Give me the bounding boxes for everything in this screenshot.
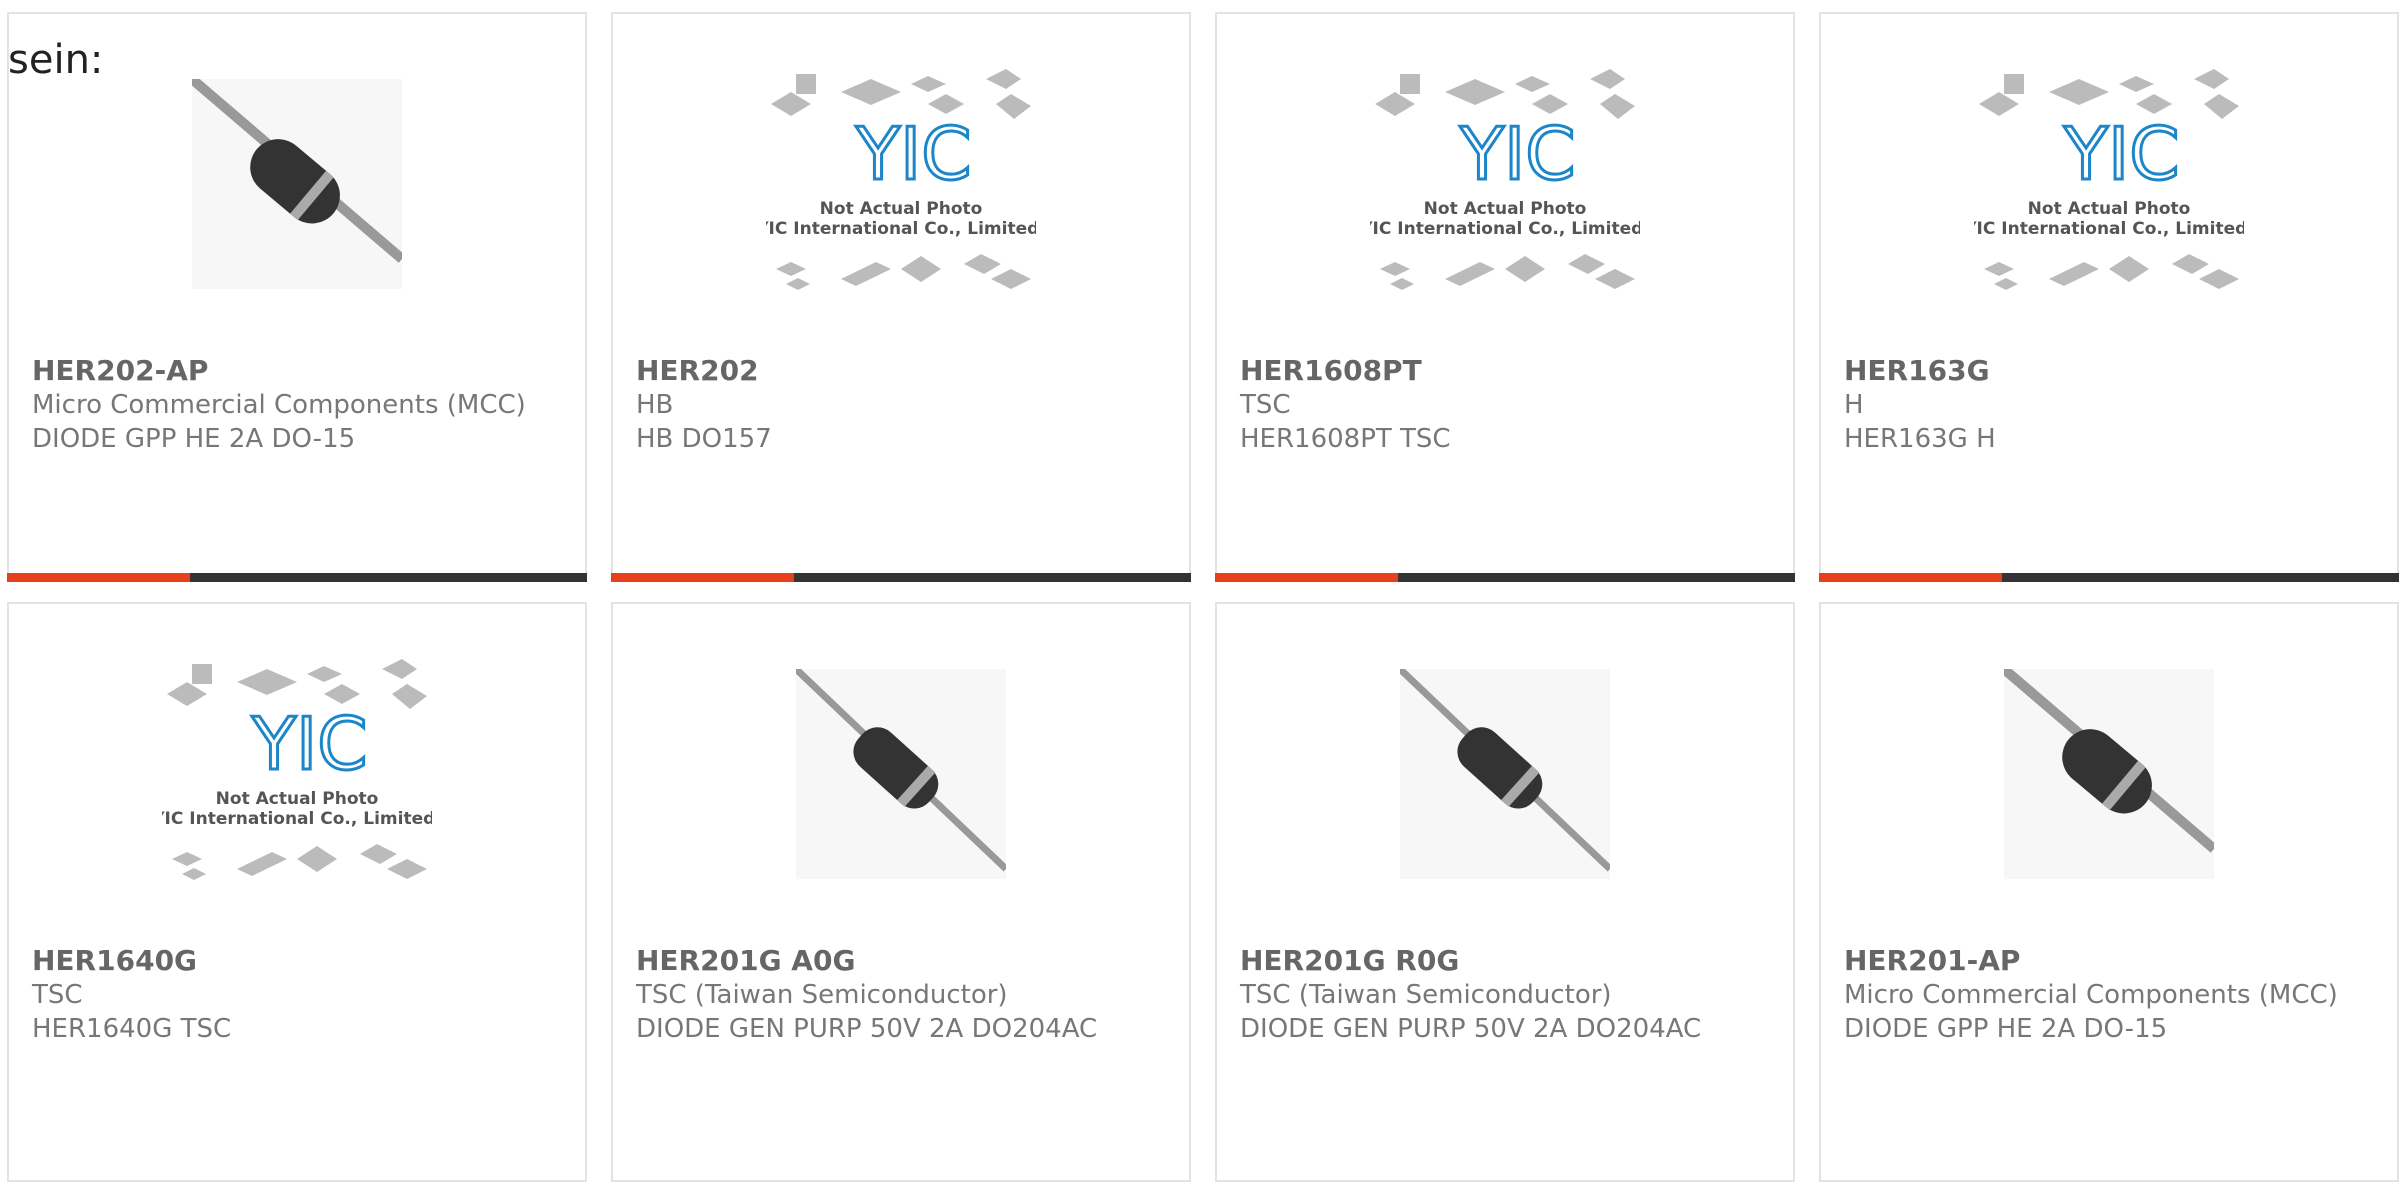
product-image[interactable] [613,664,1189,884]
placeholder-photo-icon: YIC Not Actual Photo YIC International C… [1974,64,2244,304]
diode-photo-icon [1400,669,1610,879]
svg-text:YIC International Co., Limited: YIC International Co., Limited. [1370,219,1640,239]
card-bottom-bar [611,573,1191,582]
product-image[interactable] [1821,664,2397,884]
svg-text:Not Actual Photo: Not Actual Photo [1424,199,1587,219]
svg-text:Not Actual Photo: Not Actual Photo [216,789,379,809]
svg-text:YIC International Co., Limited: YIC International Co., Limited. [1974,219,2244,239]
product-manufacturer: Micro Commercial Components (MCC) [32,390,526,420]
svg-text:YIC International Co., Limited: YIC International Co., Limited. [162,809,432,829]
product-name[interactable]: HER1640G [32,944,565,978]
product-card[interactable]: HER201G A0G TSC (Taiwan Semiconductor) D… [611,602,1191,1182]
product-image[interactable]: YIC Not Actual Photo YIC International C… [1821,69,2397,294]
svg-text:YIC: YIC [2063,112,2180,196]
product-manufacturer: Micro Commercial Components (MCC) [1844,980,2338,1010]
product-image[interactable]: YIC Not Actual Photo YIC International C… [9,659,585,884]
product-description: HB DO157 [636,424,772,454]
product-manufacturer: TSC [1240,390,1291,420]
card-bottom-bar [1819,573,2399,582]
product-manufacturer: HB [636,390,674,420]
product-manufacturer: TSC (Taiwan Semiconductor) [1240,980,1612,1010]
product-name[interactable]: HER1608PT [1240,354,1773,388]
placeholder-photo-icon: YIC Not Actual Photo YIC International C… [162,654,432,894]
product-image[interactable] [9,74,585,294]
svg-text:YIC: YIC [251,702,368,786]
heading-fragment: sein: [8,37,104,83]
product-name[interactable]: HER201G A0G [636,944,1169,978]
product-card[interactable]: YIC Not Actual Photo YIC International C… [611,12,1191,582]
product-name[interactable]: HER202 [636,354,1169,388]
product-card[interactable]: HER201G R0G TSC (Taiwan Semiconductor) D… [1215,602,1795,1182]
product-description: HER1640G TSC [32,1014,232,1044]
product-image[interactable] [1217,664,1793,884]
svg-text:Not Actual Photo: Not Actual Photo [2028,199,2191,219]
product-manufacturer: TSC (Taiwan Semiconductor) [636,980,1008,1010]
card-bottom-bar [1215,573,1795,582]
product-description: HER1608PT TSC [1240,424,1451,454]
product-manufacturer: TSC [32,980,83,1010]
diode-photo-icon [796,669,1006,879]
diode-photo-icon [2004,669,2214,879]
product-name[interactable]: HER201-AP [1844,944,2377,978]
svg-text:YIC: YIC [855,112,972,196]
product-description: DIODE GPP HE 2A DO-15 [32,424,356,454]
svg-text:YIC: YIC [1459,112,1576,196]
product-card[interactable]: HER202-AP Micro Commercial Components (M… [7,12,587,582]
svg-text:Not Actual Photo: Not Actual Photo [820,199,983,219]
product-description: DIODE GEN PURP 50V 2A DO204AC [636,1014,1098,1044]
svg-text:YIC International Co., Limited: YIC International Co., Limited. [766,219,1036,239]
product-card[interactable]: YIC Not Actual Photo YIC International C… [1215,12,1795,582]
product-name[interactable]: HER202-AP [32,354,565,388]
diode-photo-icon [192,79,402,289]
product-description: DIODE GPP HE 2A DO-15 [1844,1014,2168,1044]
product-image[interactable]: YIC Not Actual Photo YIC International C… [613,69,1189,294]
product-card[interactable]: YIC Not Actual Photo YIC International C… [1819,12,2399,582]
product-card[interactable]: YIC Not Actual Photo YIC International C… [7,602,587,1182]
product-name[interactable]: HER163G [1844,354,2377,388]
product-card[interactable]: HER201-AP Micro Commercial Components (M… [1819,602,2399,1182]
placeholder-photo-icon: YIC Not Actual Photo YIC International C… [766,64,1036,304]
card-bottom-bar [7,573,587,582]
product-name[interactable]: HER201G R0G [1240,944,1773,978]
product-manufacturer: H [1844,390,1864,420]
placeholder-photo-icon: YIC Not Actual Photo YIC International C… [1370,64,1640,304]
product-image[interactable]: YIC Not Actual Photo YIC International C… [1217,69,1793,294]
product-description: DIODE GEN PURP 50V 2A DO204AC [1240,1014,1702,1044]
product-description: HER163G H [1844,424,1996,454]
